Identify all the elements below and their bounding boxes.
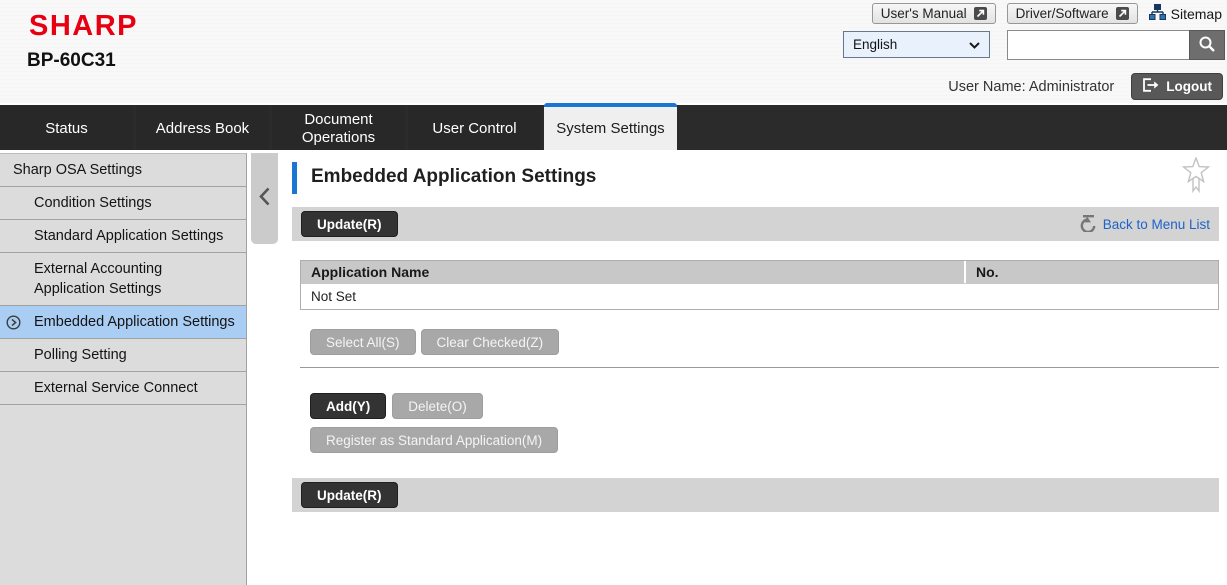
users-manual-button[interactable]: User's Manual <box>872 3 996 24</box>
search-input[interactable] <box>1007 30 1189 60</box>
divider <box>300 367 1219 368</box>
sidebar-item-embedded-application-settings[interactable]: Embedded Application Settings <box>0 306 246 339</box>
sidebar-item-sharp-osa-settings[interactable]: Sharp OSA Settings <box>0 154 246 187</box>
selection-buttons-row: Select All(S) Clear Checked(Z) <box>310 329 1219 355</box>
cell-application-name: Not Set <box>301 284 964 309</box>
logout-label: Logout <box>1166 79 1212 94</box>
driver-software-button[interactable]: Driver/Software <box>1007 3 1138 24</box>
sitemap-link[interactable]: Sitemap <box>1149 4 1222 23</box>
main-tab-bar: Status Address Book Document Operations … <box>0 105 1227 150</box>
tab-address-book[interactable]: Address Book <box>136 105 269 150</box>
external-link-icon <box>974 7 987 20</box>
title-accent-bar <box>292 162 297 194</box>
add-button[interactable]: Add(Y) <box>310 393 386 419</box>
sidebar-item-polling-setting[interactable]: Polling Setting <box>0 339 246 372</box>
sitemap-icon <box>1149 4 1166 23</box>
update-button-top[interactable]: Update(R) <box>301 211 398 237</box>
user-name-text: User Name: Administrator <box>948 79 1114 95</box>
column-application-name: Application Name <box>301 261 964 283</box>
language-select[interactable]: English <box>843 31 990 58</box>
utility-links: User's Manual Driver/Software Sitemap <box>872 3 1222 24</box>
users-manual-label: User's Manual <box>881 6 967 21</box>
back-to-menu-link[interactable]: Back to Menu List <box>1079 214 1210 235</box>
back-to-menu-label: Back to Menu List <box>1103 217 1210 232</box>
search-row: English <box>843 30 1225 60</box>
bottom-toolbar: Update(R) <box>292 478 1219 512</box>
favorite-star-icon[interactable] <box>1181 157 1211 200</box>
external-link-icon <box>1116 7 1129 20</box>
chevron-down-icon <box>969 37 980 52</box>
page-title: Embedded Application Settings <box>311 166 596 188</box>
cell-no <box>964 284 1218 309</box>
search-button[interactable] <box>1189 30 1225 60</box>
sidebar-item-external-service-connect[interactable]: External Service Connect <box>0 372 246 405</box>
sidebar-item-condition-settings[interactable]: Condition Settings <box>0 187 246 220</box>
selected-arrow-icon <box>6 315 21 336</box>
add-delete-buttons-row: Add(Y) Delete(O) <box>310 393 1219 419</box>
model-number: BP-60C31 <box>27 50 116 72</box>
language-selected-value: English <box>853 37 897 52</box>
return-arrow-icon <box>1079 214 1098 235</box>
logout-button[interactable]: Logout <box>1131 73 1223 100</box>
register-button-row: Register as Standard Application(M) <box>310 427 1219 453</box>
page: SHARP BP-60C31 User's Manual Driver/Soft… <box>0 0 1227 585</box>
sidebar: Sharp OSA Settings Condition Settings St… <box>0 153 247 585</box>
driver-software-label: Driver/Software <box>1016 6 1109 21</box>
search-box <box>1007 30 1225 60</box>
tab-system-settings[interactable]: System Settings <box>544 103 677 150</box>
chevron-left-icon <box>259 187 270 211</box>
top-toolbar: Update(R) Back to Menu List <box>292 207 1219 241</box>
tab-user-control[interactable]: User Control <box>408 105 541 150</box>
sitemap-label: Sitemap <box>1171 6 1222 22</box>
sidebar-item-external-accounting-application-settings[interactable]: External Accounting Application Settings <box>0 253 246 306</box>
column-no: No. <box>964 261 1218 283</box>
delete-button[interactable]: Delete(O) <box>392 393 483 419</box>
table-row[interactable]: Not Set <box>301 283 1218 309</box>
header: SHARP BP-60C31 User's Manual Driver/Soft… <box>0 0 1227 103</box>
update-button-bottom[interactable]: Update(R) <box>301 482 398 508</box>
main-content: Embedded Application Settings Update(R) … <box>292 153 1219 512</box>
select-all-button[interactable]: Select All(S) <box>310 329 416 355</box>
search-icon <box>1198 35 1216 56</box>
logout-icon <box>1142 78 1159 95</box>
application-table: Application Name No. Not Set <box>300 260 1219 310</box>
tab-status[interactable]: Status <box>0 105 133 150</box>
tab-document-operations[interactable]: Document Operations <box>272 105 405 150</box>
sidebar-item-standard-application-settings[interactable]: Standard Application Settings <box>0 220 246 253</box>
sharp-logo: SHARP <box>29 10 138 43</box>
clear-checked-button[interactable]: Clear Checked(Z) <box>421 329 560 355</box>
title-row: Embedded Application Settings <box>292 153 1219 205</box>
user-row: User Name: Administrator Logout <box>948 73 1223 100</box>
application-table-header: Application Name No. <box>301 261 1218 283</box>
register-as-standard-application-button[interactable]: Register as Standard Application(M) <box>310 427 558 453</box>
sidebar-collapse-button[interactable] <box>251 153 278 244</box>
